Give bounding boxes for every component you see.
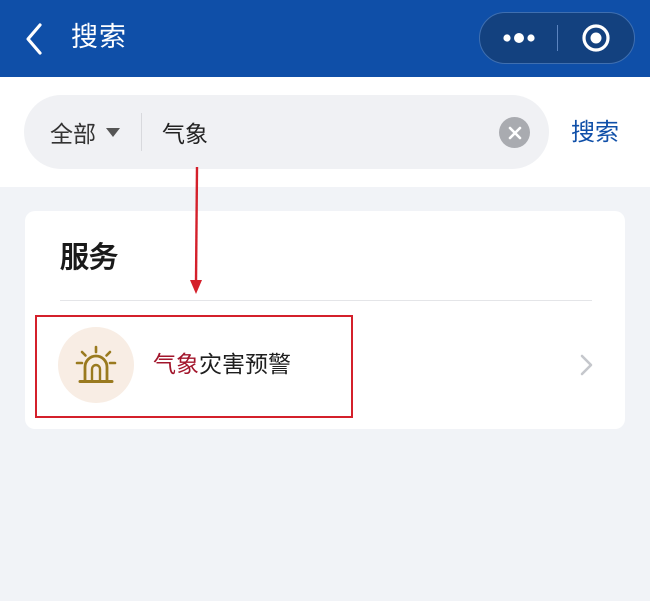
alarm-beacon-icon [75,345,117,383]
more-dots-icon [502,33,535,43]
search-area: 全部 搜索 [0,77,650,187]
nav-bar: 搜索 [0,0,650,77]
back-button[interactable] [18,20,50,58]
search-input[interactable] [162,109,492,155]
target-circle-icon [582,24,610,52]
close-mini-program-button[interactable] [558,13,634,63]
scope-label: 全部 [50,122,96,148]
clear-x-icon [508,126,521,139]
services-card: 服务 气象灾害预警 [25,211,625,429]
mini-program-capsule [479,12,635,64]
clear-search-button[interactable] [499,117,530,148]
chevron-left-icon [26,23,42,55]
search-box: 全部 [24,95,549,169]
result-label-rest: 灾害预警 [199,352,291,378]
page-title: 搜索 [71,22,127,53]
search-submit-button[interactable]: 搜索 [571,112,619,152]
chevron-right-icon [580,354,593,376]
caret-down-icon [106,127,120,137]
keyword-highlight: 气象 [153,352,199,378]
scope-divider [141,113,142,151]
services-section-title: 服务 [60,240,119,274]
service-icon-badge [58,327,134,403]
service-result-item[interactable]: 气象灾害预警 [25,301,625,429]
scope-dropdown[interactable]: 全部 [50,95,120,169]
more-button[interactable] [480,13,557,63]
service-result-label: 气象灾害预警 [153,345,291,385]
